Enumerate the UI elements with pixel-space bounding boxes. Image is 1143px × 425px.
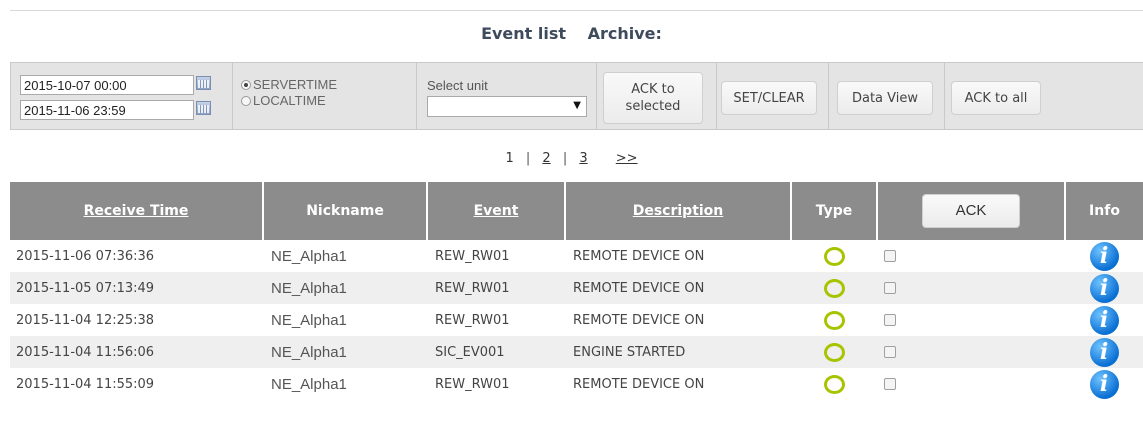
- ack-checkbox[interactable]: [884, 378, 896, 390]
- servertime-label: SERVERTIME: [253, 77, 338, 92]
- ack-to-all-button[interactable]: ACK to all: [951, 81, 1041, 115]
- green-ring-icon: [823, 342, 845, 362]
- cell-event: SIC_EV001: [427, 336, 565, 368]
- info-icon[interactable]: i: [1089, 337, 1119, 367]
- localtime-option[interactable]: LOCALTIME: [241, 93, 326, 108]
- event-table: Receive Time Nickname Event Description …: [10, 182, 1143, 400]
- data-view-cell: Data View: [829, 63, 945, 129]
- column-description[interactable]: Description: [565, 182, 792, 240]
- select-unit-label: Select unit: [427, 78, 488, 93]
- cell-nickname: NE_Alpha1: [263, 304, 427, 336]
- cell-event: REW_RW01: [427, 304, 565, 336]
- event-list-title: Event list: [481, 24, 567, 43]
- page-current: 1: [505, 151, 514, 166]
- cell-event: REW_RW01: [427, 368, 565, 400]
- top-divider: [10, 10, 1143, 11]
- set-clear-cell: SET/CLEAR: [717, 63, 829, 129]
- table-row: 2015-11-06 07:36:36 NE_Alpha1 REW_RW01 R…: [10, 240, 1143, 272]
- cell-event: REW_RW01: [427, 240, 565, 272]
- info-icon[interactable]: i: [1089, 369, 1119, 399]
- unit-select[interactable]: ▼: [427, 96, 587, 117]
- cell-receive-time: 2015-11-04 11:55:09: [10, 368, 263, 400]
- cell-description: REMOTE DEVICE ON: [565, 272, 791, 304]
- green-ring-icon: [823, 374, 845, 394]
- dropdown-arrow-icon: ▼: [573, 100, 581, 111]
- calendar-from-icon[interactable]: [196, 76, 211, 90]
- ack-button[interactable]: ACK: [922, 194, 1020, 228]
- ack-all-cell: ACK to all: [945, 63, 1143, 129]
- page-3-link[interactable]: 3: [579, 151, 587, 166]
- green-ring-icon: [823, 278, 845, 298]
- column-nickname: Nickname: [263, 182, 428, 240]
- cell-description: REMOTE DEVICE ON: [565, 368, 791, 400]
- cell-receive-time: 2015-11-04 12:25:38: [10, 304, 263, 336]
- table-row: 2015-11-05 07:13:49 NE_Alpha1 REW_RW01 R…: [10, 272, 1143, 304]
- cell-receive-time: 2015-11-06 07:36:36: [10, 240, 263, 272]
- page-2-link[interactable]: 2: [542, 151, 550, 166]
- pagination: 1 | 2 | 3 >>: [505, 151, 638, 166]
- date-range-cell: 2015-10-07 00:00 2015-11-06 23:59: [11, 63, 233, 129]
- date-from-input[interactable]: 2015-10-07 00:00: [20, 75, 194, 95]
- next-page-link[interactable]: >>: [616, 151, 638, 166]
- time-mode-cell: SERVERTIME LOCALTIME: [233, 63, 417, 129]
- servertime-radio[interactable]: [241, 80, 251, 90]
- ack-checkbox[interactable]: [884, 314, 896, 326]
- column-type: Type: [791, 182, 878, 240]
- set-clear-button[interactable]: SET/CLEAR: [721, 81, 817, 115]
- ack-selected-cell: ACK to selected: [597, 63, 717, 129]
- servertime-option[interactable]: SERVERTIME: [241, 77, 337, 92]
- cell-nickname: NE_Alpha1: [263, 336, 427, 368]
- localtime-radio[interactable]: [241, 96, 251, 106]
- info-icon[interactable]: i: [1089, 305, 1119, 335]
- info-icon[interactable]: i: [1089, 273, 1119, 303]
- cell-description: ENGINE STARTED: [565, 336, 791, 368]
- column-ack: ACK: [877, 182, 1066, 240]
- table-row: 2015-11-04 12:25:38 NE_Alpha1 REW_RW01 R…: [10, 304, 1143, 336]
- info-icon[interactable]: i: [1089, 241, 1119, 271]
- date-to-input[interactable]: 2015-11-06 23:59: [20, 100, 194, 120]
- calendar-to-icon[interactable]: [196, 101, 211, 115]
- ack-checkbox[interactable]: [884, 282, 896, 294]
- cell-nickname: NE_Alpha1: [263, 240, 427, 272]
- cell-receive-time: 2015-11-04 11:56:06: [10, 336, 263, 368]
- unit-select-cell: Select unit ▼: [417, 63, 597, 129]
- cell-description: REMOTE DEVICE ON: [565, 304, 791, 336]
- page-heading: Event list Archive:: [0, 24, 1143, 43]
- column-event[interactable]: Event: [427, 182, 566, 240]
- column-receive-time[interactable]: Receive Time: [10, 182, 264, 240]
- table-header-row: Receive Time Nickname Event Description …: [10, 182, 1143, 240]
- column-info: Info: [1065, 182, 1143, 240]
- cell-receive-time: 2015-11-05 07:13:49: [10, 272, 263, 304]
- cell-nickname: NE_Alpha1: [263, 368, 427, 400]
- ack-checkbox[interactable]: [884, 250, 896, 262]
- filter-toolbar: 2015-10-07 00:00 2015-11-06 23:59 SERVER…: [10, 62, 1143, 130]
- ack-to-selected-button[interactable]: ACK to selected: [603, 72, 703, 124]
- localtime-label: LOCALTIME: [253, 93, 326, 108]
- data-view-button[interactable]: Data View: [837, 81, 933, 115]
- archive-title: Archive:: [587, 24, 662, 43]
- green-ring-icon: [823, 310, 845, 330]
- green-ring-icon: [823, 246, 845, 266]
- table-row: 2015-11-04 11:56:06 NE_Alpha1 SIC_EV001 …: [10, 336, 1143, 368]
- cell-description: REMOTE DEVICE ON: [565, 240, 791, 272]
- cell-event: REW_RW01: [427, 272, 565, 304]
- cell-nickname: NE_Alpha1: [263, 272, 427, 304]
- ack-checkbox[interactable]: [884, 346, 896, 358]
- table-row: 2015-11-04 11:55:09 NE_Alpha1 REW_RW01 R…: [10, 368, 1143, 400]
